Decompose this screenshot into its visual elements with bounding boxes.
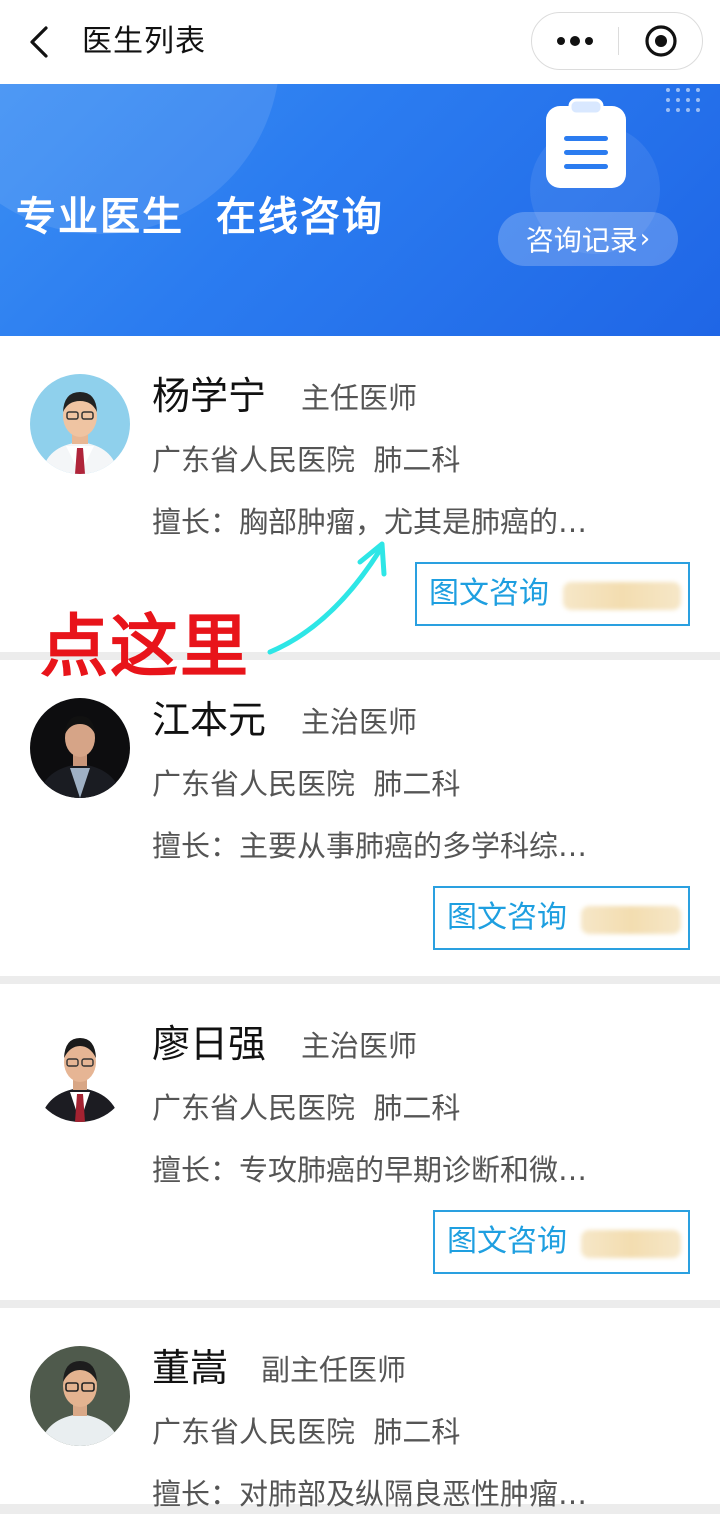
consult-label: 图文咨询 <box>447 900 567 935</box>
close-button[interactable] <box>619 13 703 69</box>
consult-label: 图文咨询 <box>447 1224 567 1259</box>
consult-records-label: 咨询记录 <box>525 224 638 257</box>
doctor-card[interactable]: 董嵩 副主任医师 广东省人民医院 肺二科 擅长：对肺部及纵隔良恶性肿瘤… <box>0 1308 720 1511</box>
text-consult-button[interactable]: 图文咨询 <box>415 562 690 626</box>
doctor-card[interactable]: 廖日强 主治医师 广东省人民医院 肺二科 擅长：专攻肺癌的早期诊断和微… 图文咨… <box>0 984 720 1300</box>
mini-program-capsule <box>531 12 703 70</box>
doctor-name: 董嵩 <box>152 1346 229 1390</box>
doctor-hospital: 广东省人民医院 肺二科 <box>152 443 461 477</box>
consult-records-button[interactable]: 咨询记录 › <box>498 212 678 266</box>
doctor-specialty: 擅长：对肺部及纵隔良恶性肿瘤… <box>152 1477 588 1511</box>
doctor-name: 杨学宁 <box>152 374 267 418</box>
doctor-specialty: 擅长：专攻肺癌的早期诊断和微… <box>152 1153 588 1187</box>
doctor-hospital: 广东省人民医院 肺二科 <box>152 1091 461 1125</box>
doctor-avatar <box>30 1022 130 1122</box>
banner: 专业医生 在线咨询 咨询记录 › <box>0 84 720 336</box>
doctor-name: 江本元 <box>152 698 267 742</box>
doctor-hospital: 广东省人民医院 肺二科 <box>152 1415 461 1449</box>
doctor-avatar <box>30 1346 130 1446</box>
page-title: 医生列表 <box>82 24 206 59</box>
doctor-title: 副主任医师 <box>261 1353 407 1387</box>
doctor-card[interactable]: 江本元 主治医师 广东省人民医院 肺二科 擅长：主要从事肺癌的多学科综… 图文咨… <box>0 660 720 976</box>
doctor-name: 廖日强 <box>152 1022 267 1066</box>
text-consult-button[interactable]: 图文咨询 <box>433 1210 690 1274</box>
doctor-avatar <box>30 698 130 798</box>
doctor-hospital: 广东省人民医院 肺二科 <box>152 767 461 801</box>
chevron-right-icon: › <box>639 224 651 254</box>
nav-bar: 医生列表 <box>0 0 720 84</box>
doctor-title: 主治医师 <box>301 705 418 739</box>
banner-title: 专业医生 在线咨询 <box>16 194 384 240</box>
target-close-icon <box>645 25 677 57</box>
doctor-title: 主任医师 <box>301 381 418 415</box>
more-button[interactable] <box>532 13 618 69</box>
blurred-price <box>563 582 681 610</box>
annotation-arrow-icon <box>267 541 387 655</box>
consult-label: 图文咨询 <box>429 576 549 611</box>
blurred-price <box>581 1230 681 1258</box>
chevron-left-icon[interactable] <box>22 22 58 62</box>
doctor-specialty: 擅长：主要从事肺癌的多学科综… <box>152 829 588 863</box>
text-consult-button[interactable]: 图文咨询 <box>433 886 690 950</box>
blurred-price <box>581 906 681 934</box>
doctor-title: 主治医师 <box>301 1029 418 1063</box>
annotation-text: 点这里 <box>40 608 251 687</box>
dot-grid-decoration <box>666 88 700 112</box>
more-dots-icon <box>557 36 593 46</box>
clipboard-icon[interactable] <box>544 98 628 190</box>
doctor-avatar <box>30 374 130 474</box>
